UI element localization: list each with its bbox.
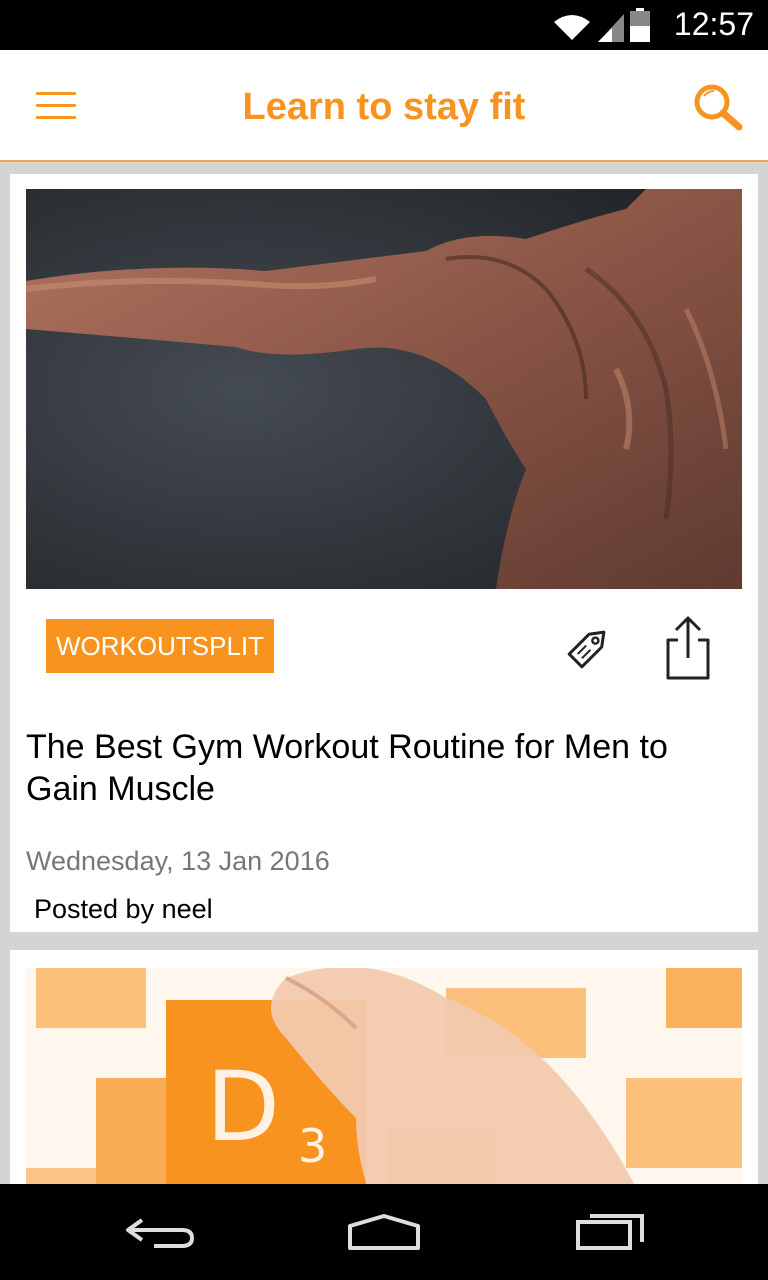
- article-feed: WORKOUTSPLIT The Best Gym Workout Routin…: [0, 164, 768, 1184]
- muscle-back-image: [26, 189, 742, 589]
- article-author: Posted by neel: [34, 894, 213, 924]
- system-nav-bar: [0, 1184, 768, 1280]
- home-icon[interactable]: [346, 1212, 422, 1252]
- vitamin-d3-image: D 3: [26, 968, 742, 1184]
- article-card[interactable]: WORKOUTSPLIT The Best Gym Workout Routin…: [10, 174, 758, 932]
- article-title[interactable]: The Best Gym Workout Routine for Men to …: [26, 726, 726, 810]
- category-badge[interactable]: WORKOUTSPLIT: [46, 619, 275, 673]
- status-icons: [552, 8, 650, 42]
- share-icon[interactable]: [664, 614, 712, 684]
- tag-icon[interactable]: [562, 620, 616, 674]
- search-icon[interactable]: [692, 82, 744, 132]
- signal-icon: [598, 14, 624, 42]
- article-image[interactable]: [26, 189, 742, 589]
- article-image[interactable]: D 3: [26, 968, 742, 1184]
- battery-icon: [630, 8, 650, 42]
- status-bar: 12:57: [0, 0, 768, 50]
- app-bar: Learn to stay fit: [0, 50, 768, 162]
- article-date: Wednesday, 13 Jan 2016: [26, 846, 330, 876]
- d3-label: D: [206, 1051, 280, 1163]
- status-time: 12:57: [673, 6, 754, 42]
- back-icon[interactable]: [124, 1212, 196, 1252]
- app-title: Learn to stay fit: [242, 86, 526, 128]
- d3-subscript: 3: [298, 1119, 327, 1173]
- wifi-icon: [554, 15, 590, 40]
- recents-icon[interactable]: [574, 1212, 646, 1252]
- article-card[interactable]: D 3: [10, 950, 758, 1184]
